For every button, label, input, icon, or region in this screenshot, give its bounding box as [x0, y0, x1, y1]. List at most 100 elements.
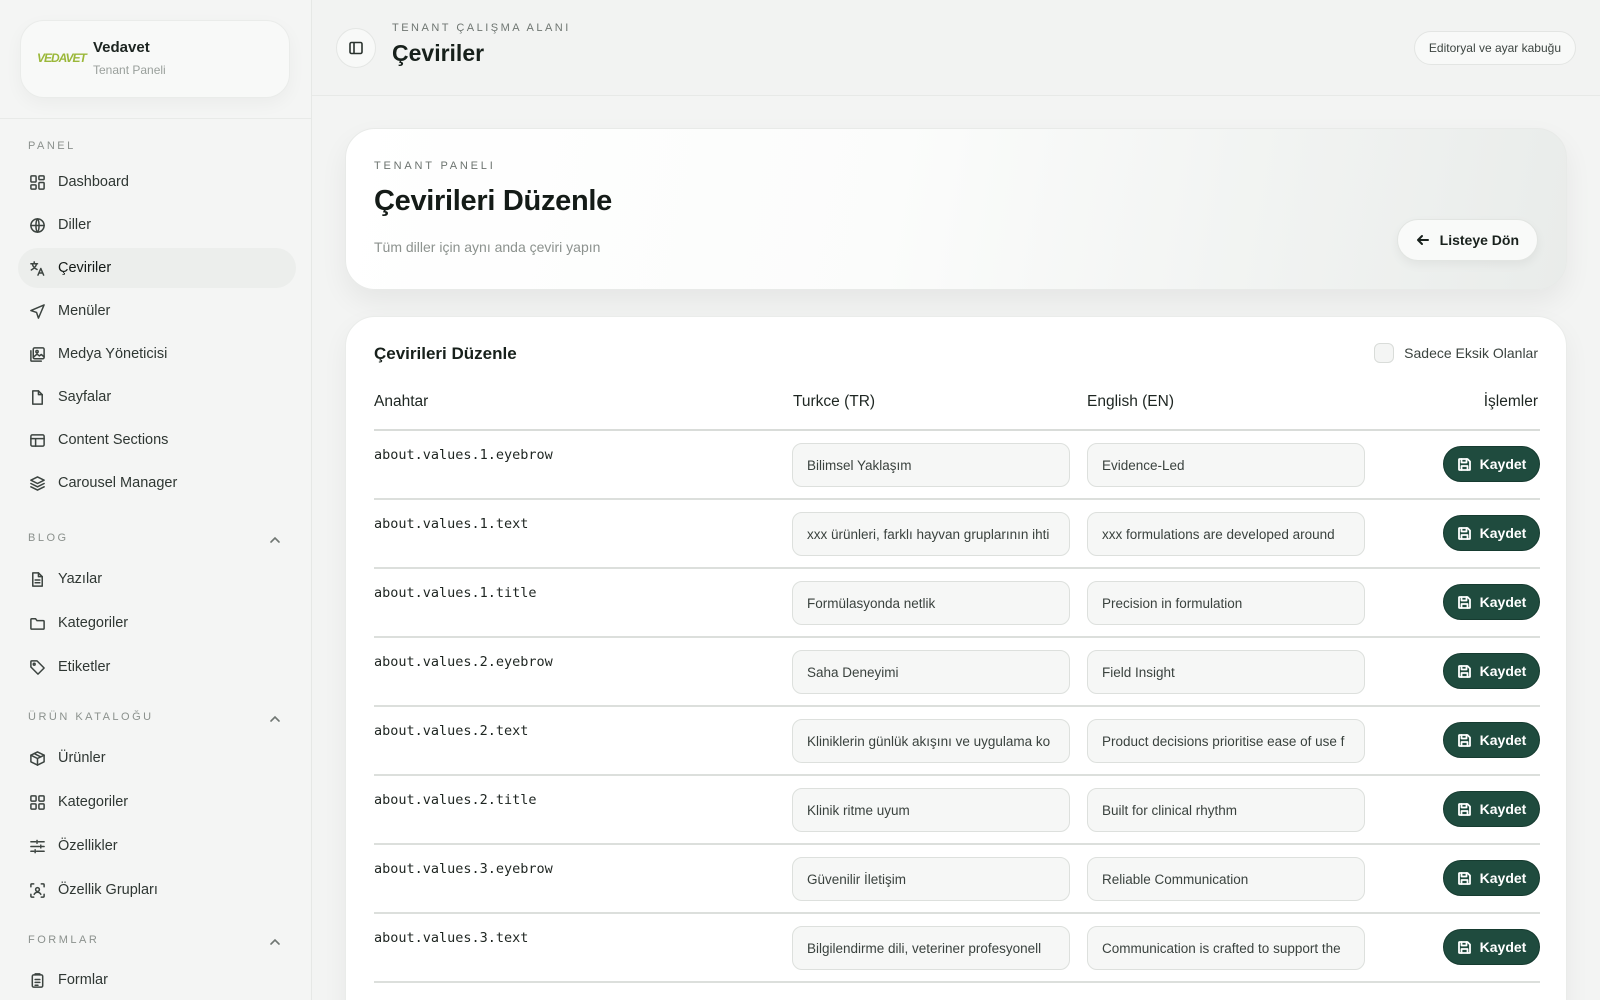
brand-name: Vedavet	[93, 39, 150, 56]
table-title: Çevirileri Düzenle	[374, 344, 517, 363]
table-row: about.values.1.text Kaydet	[374, 500, 1540, 569]
translation-input-tr[interactable]	[792, 650, 1070, 694]
save-button[interactable]: Kaydet	[1443, 515, 1540, 551]
translation-input-en[interactable]	[1087, 650, 1365, 694]
translation-input-en[interactable]	[1087, 926, 1365, 970]
sidebar-item-ozellikler[interactable]: Özellikler	[18, 826, 296, 866]
save-button[interactable]: Kaydet	[1443, 791, 1540, 827]
missing-only-checkbox[interactable]	[1374, 343, 1395, 363]
translation-key: about.values.1.eyebrow	[374, 447, 553, 463]
translation-input-tr[interactable]	[792, 857, 1070, 901]
save-button-label: Kaydet	[1479, 801, 1527, 817]
sidebar-item-medya-yoneticisi[interactable]: Medya Yöneticisi	[18, 334, 296, 374]
save-button[interactable]: Kaydet	[1443, 929, 1540, 965]
back-to-list-button[interactable]: Listeye Dön	[1396, 219, 1538, 261]
top-header: TENANT ÇALIŞMA ALANI Çeviriler Editoryal…	[312, 0, 1600, 96]
folder-icon	[28, 614, 46, 632]
missing-only-filter[interactable]: Sadece Eksik Olanlar	[1374, 343, 1538, 363]
sidebar-item-label: Content Sections	[58, 432, 169, 448]
arrow-left-icon	[1416, 235, 1429, 245]
save-button-label: Kaydet	[1479, 939, 1527, 955]
sidebar-toggle-button[interactable]	[336, 28, 376, 68]
translation-input-en[interactable]	[1087, 512, 1365, 556]
sidebar-item-content-sections[interactable]: Content Sections	[18, 420, 296, 460]
table-row: about.values.1.title Kaydet	[374, 569, 1540, 638]
chevron-up-icon[interactable]	[268, 533, 282, 547]
workspace-label: TENANT ÇALIŞMA ALANI	[392, 22, 571, 34]
hero-eyebrow: TENANT PANELI	[374, 160, 496, 172]
brand-card[interactable]: VEDAVET Vedavet Tenant Paneli	[20, 20, 290, 98]
table-row: about.values.2.eyebrow Kaydet	[374, 638, 1540, 707]
sidebar-item-label: Özellikler	[58, 838, 118, 854]
panel-left-icon	[349, 41, 363, 55]
shell-badge[interactable]: Editoryal ve ayar kabuğu	[1413, 31, 1576, 65]
sidebar-item-urun-kategoriler[interactable]: Kategoriler	[18, 782, 296, 822]
chevron-up-icon[interactable]	[268, 712, 282, 726]
sidebar-item-dashboard[interactable]: Dashboard	[18, 162, 296, 202]
save-button[interactable]: Kaydet	[1443, 653, 1540, 689]
column-header-actions: İşlemler	[1483, 393, 1538, 410]
save-button[interactable]: Kaydet	[1443, 860, 1540, 896]
save-icon	[1457, 733, 1471, 747]
sidebar-item-formlar[interactable]: Formlar	[18, 960, 296, 1000]
sidebar-item-label: Carousel Manager	[58, 475, 178, 491]
grid-icon	[28, 793, 46, 811]
layers-icon	[28, 474, 46, 492]
save-icon	[1457, 802, 1471, 816]
translation-input-tr[interactable]	[792, 512, 1070, 556]
package-icon	[28, 749, 46, 767]
sidebar-item-ozellik-gruplari[interactable]: Özellik Grupları	[18, 870, 296, 910]
translation-input-tr[interactable]	[792, 443, 1070, 487]
translation-input-en[interactable]	[1087, 857, 1365, 901]
save-button[interactable]: Kaydet	[1443, 584, 1540, 620]
sidebar-item-label: Diller	[58, 217, 92, 233]
translation-input-en[interactable]	[1087, 719, 1365, 763]
column-header-tr: Turkce (TR)	[793, 393, 876, 410]
sidebar-item-urunler[interactable]: Ürünler	[18, 738, 296, 778]
translation-input-tr[interactable]	[792, 926, 1070, 970]
translation-key: about.values.2.eyebrow	[374, 654, 553, 670]
translation-key: about.values.3.eyebrow	[374, 861, 553, 877]
translation-input-en[interactable]	[1087, 443, 1365, 487]
save-button-label: Kaydet	[1479, 594, 1527, 610]
sidebar-item-ceviriler[interactable]: Çeviriler	[18, 248, 296, 288]
sidebar-item-diller[interactable]: Diller	[18, 205, 296, 245]
save-icon	[1457, 871, 1471, 885]
table-row: about.values.2.text Kaydet	[374, 707, 1540, 776]
translation-input-en[interactable]	[1087, 581, 1365, 625]
table-row: about.values.2.title Kaydet	[374, 776, 1540, 845]
save-icon	[1457, 457, 1471, 471]
sidebar-item-label: Kategoriler	[58, 794, 129, 810]
group-scan-icon	[28, 881, 46, 899]
sidebar-item-label: Ürünler	[58, 750, 106, 766]
table-row: about.values.3.eyebrow Kaydet	[374, 845, 1540, 914]
save-button[interactable]: Kaydet	[1443, 446, 1540, 482]
translation-input-tr[interactable]	[792, 581, 1070, 625]
sidebar-item-etiketler[interactable]: Etiketler	[18, 647, 296, 687]
sliders-icon	[28, 837, 46, 855]
sidebar-item-menuler[interactable]: Menüler	[18, 291, 296, 331]
sidebar-item-label: Özellik Grupları	[58, 882, 158, 898]
dashboard-icon	[28, 173, 46, 191]
sidebar-item-label: Sayfalar	[58, 389, 112, 405]
section-label-urun-katalogu: ÜRÜN KATALOĞU	[28, 711, 154, 723]
file-icon	[28, 388, 46, 406]
translation-key: about.values.1.title	[374, 585, 537, 601]
chevron-up-icon[interactable]	[268, 935, 282, 949]
translation-input-tr[interactable]	[792, 719, 1070, 763]
sidebar-item-yazilar[interactable]: Yazılar	[18, 559, 296, 599]
sidebar-item-carousel-manager[interactable]: Carousel Manager	[18, 463, 296, 503]
save-button-label: Kaydet	[1479, 663, 1527, 679]
sidebar-item-label: Kategoriler	[58, 615, 129, 631]
save-icon	[1457, 664, 1471, 678]
sidebar-item-blog-kategoriler[interactable]: Kategoriler	[18, 603, 296, 643]
sidebar-item-label: Etiketler	[58, 659, 111, 675]
translation-key: about.values.2.title	[374, 792, 537, 808]
hero-title: Çevirileri Düzenle	[374, 185, 612, 217]
save-button[interactable]: Kaydet	[1443, 722, 1540, 758]
sidebar-item-sayfalar[interactable]: Sayfalar	[18, 377, 296, 417]
translation-input-tr[interactable]	[792, 788, 1070, 832]
save-icon	[1457, 940, 1471, 954]
sidebar-divider	[0, 118, 311, 119]
translation-input-en[interactable]	[1087, 788, 1365, 832]
